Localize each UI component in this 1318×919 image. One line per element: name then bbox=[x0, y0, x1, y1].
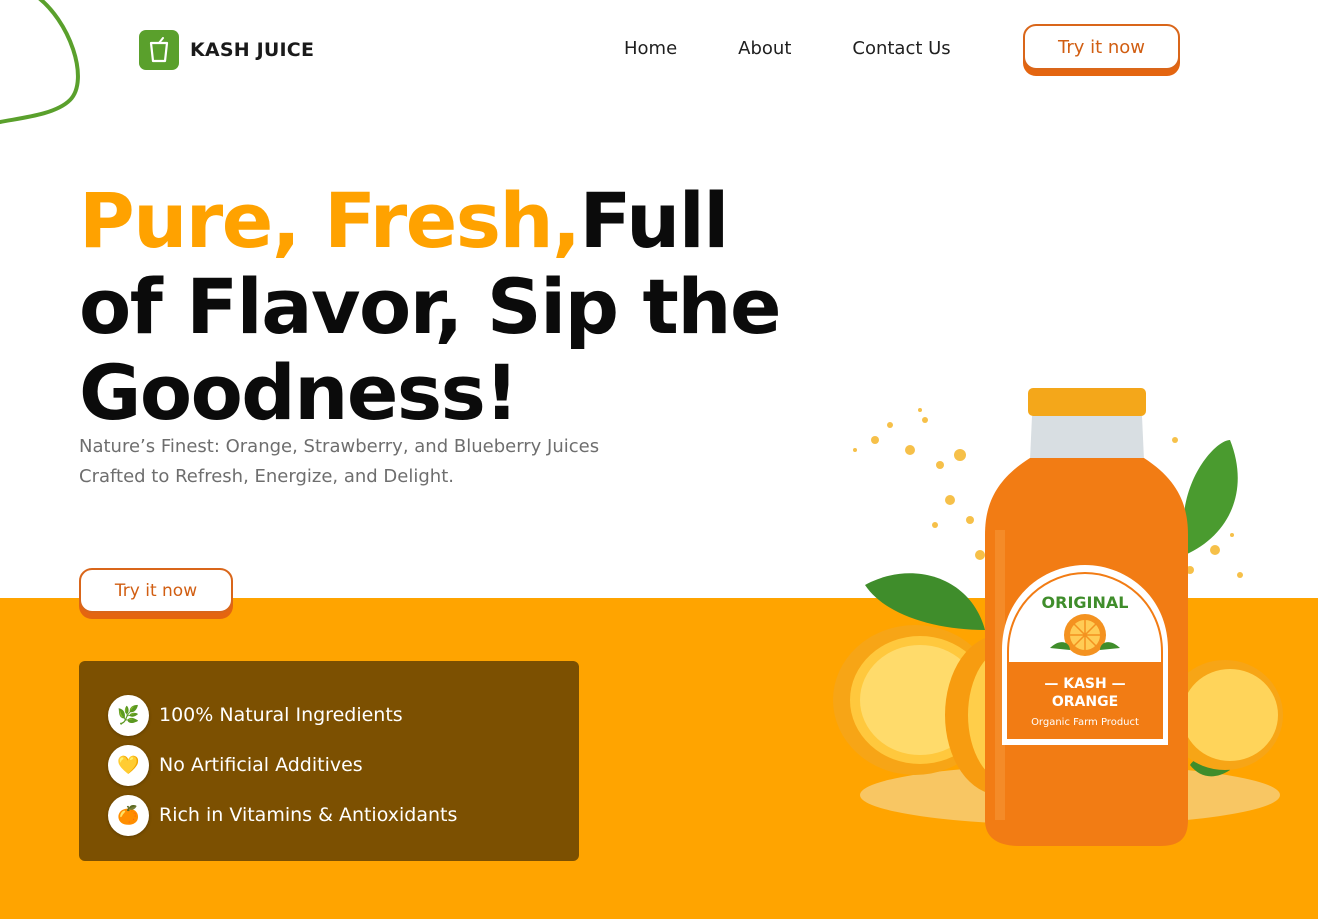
hero-subtitle-line2: Crafted to Refresh, Energize, and Deligh… bbox=[79, 466, 454, 487]
orange-icon: 🍊 bbox=[108, 794, 149, 836]
feature-label: 100% Natural Ingredients bbox=[159, 704, 403, 726]
juice-cup-icon bbox=[139, 30, 179, 70]
hero-try-it-now-button[interactable]: Try it now bbox=[79, 568, 233, 613]
brand[interactable]: KASH JUICE bbox=[139, 30, 314, 70]
feature-label: No Artificial Additives bbox=[159, 754, 363, 776]
headline-line3: Goodness! bbox=[79, 348, 519, 437]
headline-line1-rest: Full bbox=[579, 176, 729, 265]
headline-highlight: Pure, Fresh, bbox=[79, 176, 581, 265]
bottle-label-flavor: ORANGE bbox=[1052, 694, 1118, 710]
heart-icon: 💛 bbox=[108, 744, 149, 786]
headline-line2: of Flavor, Sip the bbox=[79, 262, 782, 351]
brand-name: KASH JUICE bbox=[190, 39, 315, 61]
feature-item: 💛 No Artificial Additives bbox=[108, 740, 579, 790]
main-nav: Home About Contact Us bbox=[624, 38, 951, 59]
features-panel: 🌿 100% Natural Ingredients 💛 No Artifici… bbox=[79, 661, 579, 861]
bottle-label-tag: Organic Farm Product bbox=[1031, 717, 1139, 728]
feature-item: 🌿 100% Natural Ingredients bbox=[108, 690, 579, 740]
bottle-label-brand: — KASH — bbox=[1044, 676, 1125, 692]
header-try-it-now-button[interactable]: Try it now bbox=[1023, 24, 1180, 70]
bottle-label-original: ORIGINAL bbox=[1042, 593, 1129, 612]
hero-subtitle-line1: Nature’s Finest: Orange, Strawberry, and… bbox=[79, 436, 600, 457]
juice-bottle-image: ORIGINAL — KASH — ORANGE Organic Farm Pr… bbox=[833, 388, 1283, 846]
feature-label: Rich in Vitamins & Antioxidants bbox=[159, 804, 458, 826]
nav-home[interactable]: Home bbox=[624, 38, 677, 59]
hero-subtitle: Nature’s Finest: Orange, Strawberry, and… bbox=[79, 432, 699, 492]
nav-contact-us[interactable]: Contact Us bbox=[852, 38, 950, 59]
herb-icon: 🌿 bbox=[108, 694, 149, 736]
feature-item: 🍊 Rich in Vitamins & Antioxidants bbox=[108, 790, 579, 840]
hero-headline: Pure, Fresh,Full of Flavor, Sip the Good… bbox=[79, 178, 859, 436]
nav-about[interactable]: About bbox=[738, 38, 791, 59]
site-header: KASH JUICE Home About Contact Us Try it … bbox=[0, 0, 1318, 100]
